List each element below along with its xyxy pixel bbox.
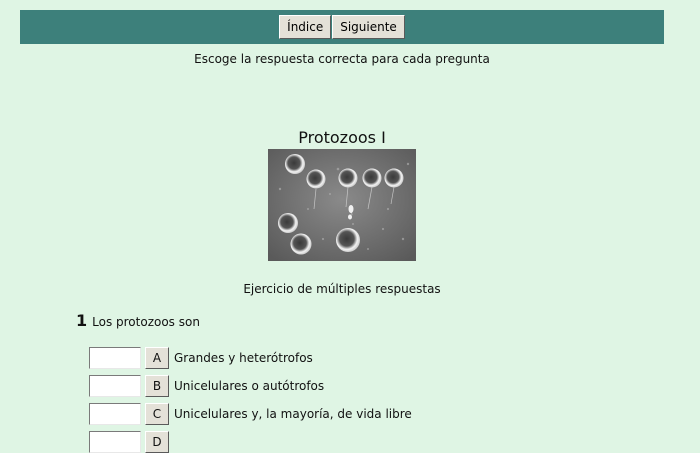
option-a-answer-input[interactable] xyxy=(89,347,141,369)
option-d-answer-input[interactable] xyxy=(89,431,141,453)
option-a: A Grandes y heterótrofos xyxy=(89,347,313,369)
option-c-text: Unicelulares y, la mayoría, de vida libr… xyxy=(174,407,412,421)
option-d: D xyxy=(89,431,174,453)
option-d-button[interactable]: D xyxy=(145,431,169,453)
navigation-bar: Índice Siguiente xyxy=(20,10,664,44)
option-c: C Unicelulares y, la mayoría, de vida li… xyxy=(89,403,412,425)
option-c-answer-input[interactable] xyxy=(89,403,141,425)
exercise-title: Protozoos I xyxy=(298,128,386,147)
question-text: Los protozoos son xyxy=(92,315,200,329)
protozoa-micrograph-image xyxy=(268,149,416,261)
option-c-button[interactable]: C xyxy=(145,403,169,425)
option-b: B Unicelulares o autótrofos xyxy=(89,375,324,397)
index-button[interactable]: Índice xyxy=(279,15,332,39)
question-number: 1 xyxy=(76,311,88,330)
option-a-text: Grandes y heterótrofos xyxy=(174,351,313,365)
option-b-answer-input[interactable] xyxy=(89,375,141,397)
exercise-type-label: Ejercicio de múltiples respuestas xyxy=(243,282,441,296)
next-button[interactable]: Siguiente xyxy=(332,15,405,39)
instructions-text: Escoge la respuesta correcta para cada p… xyxy=(194,52,490,66)
option-a-button[interactable]: A xyxy=(145,347,169,369)
option-b-button[interactable]: B xyxy=(145,375,169,397)
option-b-text: Unicelulares o autótrofos xyxy=(174,379,325,393)
question-1: 1 Los protozoos son xyxy=(76,311,200,330)
